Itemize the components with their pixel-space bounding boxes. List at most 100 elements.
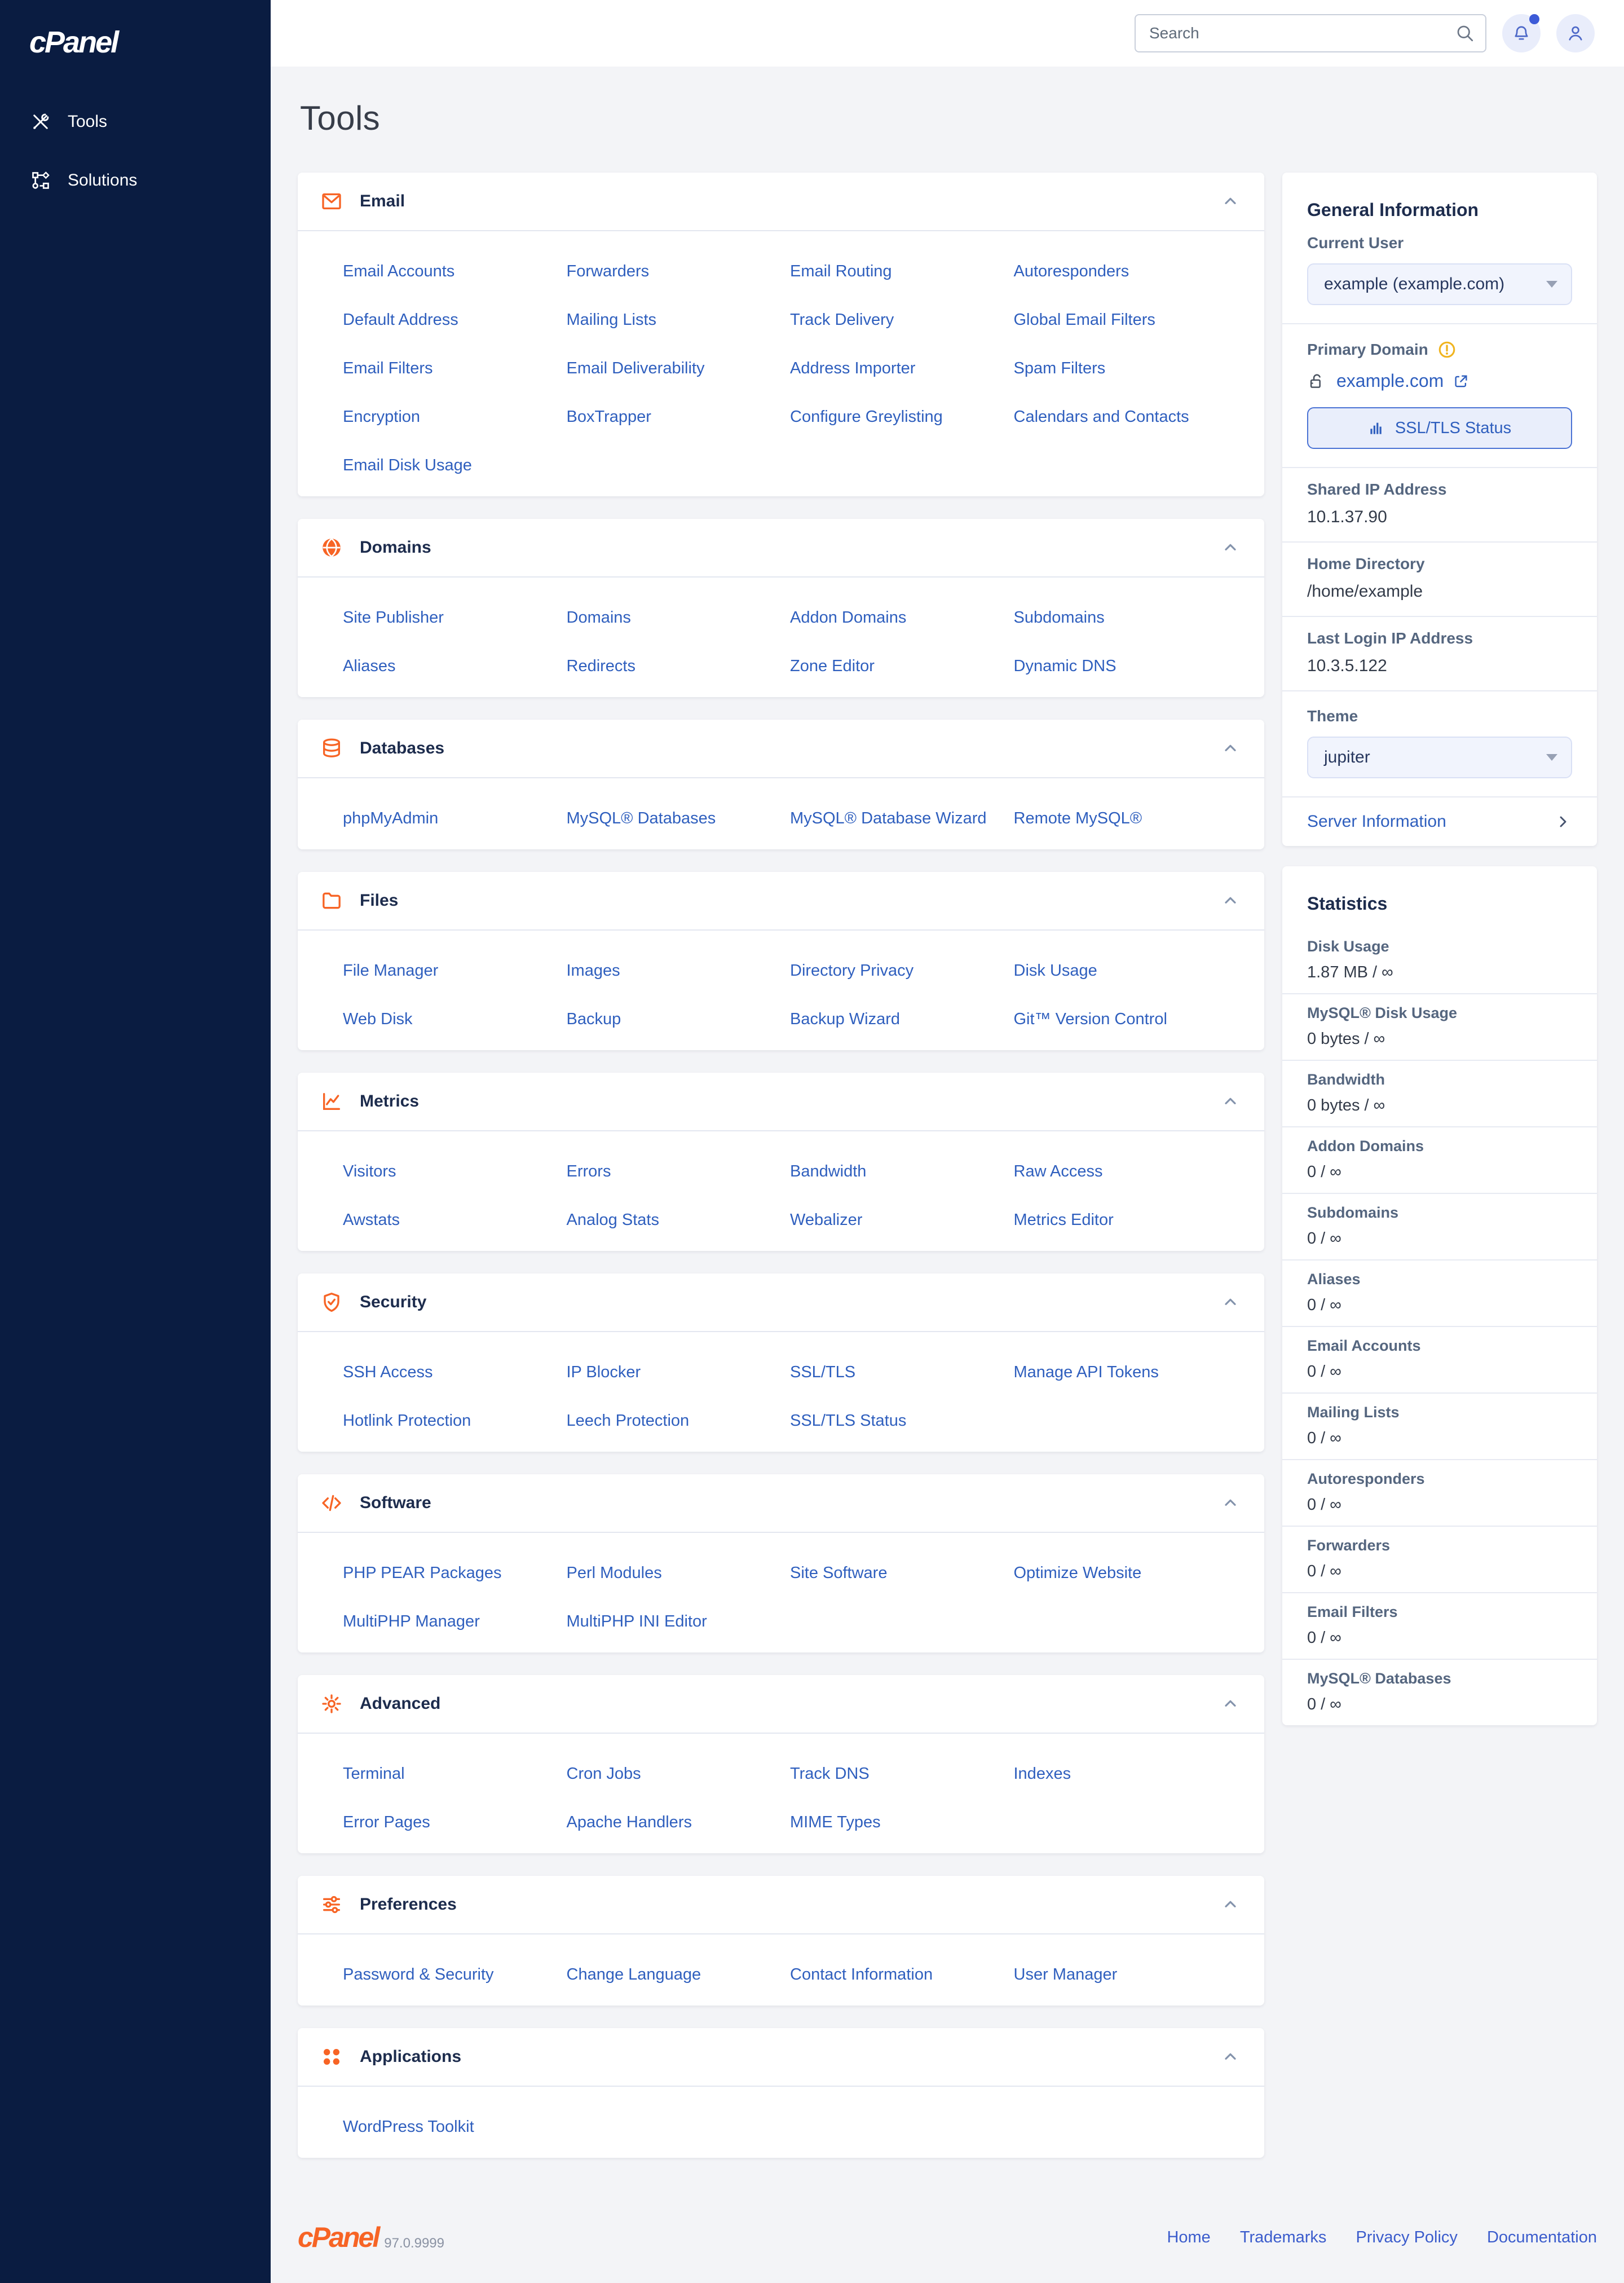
collapse-section-button[interactable] (1219, 536, 1242, 559)
tool-link[interactable]: Webalizer (790, 1211, 1014, 1229)
tool-link[interactable]: Error Pages (343, 1813, 567, 1832)
tool-link[interactable]: Subdomains (1014, 609, 1238, 627)
tool-link[interactable]: MultiPHP Manager (343, 1612, 567, 1631)
theme-select[interactable]: jupiter (1307, 737, 1572, 778)
collapse-section-button[interactable] (1219, 889, 1242, 912)
sidebar-item-tools[interactable]: Tools (0, 92, 271, 151)
tool-link[interactable]: Email Filters (343, 359, 567, 378)
tool-link[interactable]: Forwarders (567, 262, 791, 281)
tool-link[interactable]: Git™ Version Control (1014, 1010, 1238, 1029)
tool-link[interactable]: IP Blocker (567, 1363, 791, 1382)
tool-link[interactable]: Email Deliverability (567, 359, 791, 378)
tool-link[interactable]: Redirects (567, 657, 791, 676)
info-value: 10.3.5.122 (1307, 656, 1572, 676)
tool-link[interactable]: Default Address (343, 311, 567, 329)
footer-link-trademarks[interactable]: Trademarks (1240, 2228, 1327, 2247)
tool-link[interactable]: Site Software (790, 1564, 1014, 1583)
tool-link[interactable]: Remote MySQL® (1014, 809, 1238, 828)
collapse-section-button[interactable] (1219, 1291, 1242, 1314)
chevron-up-icon (1221, 1293, 1239, 1311)
tool-link[interactable]: Terminal (343, 1765, 567, 1783)
tool-link[interactable]: User Manager (1014, 1965, 1238, 1984)
tool-link[interactable]: Metrics Editor (1014, 1211, 1238, 1229)
tool-link[interactable]: Hotlink Protection (343, 1412, 567, 1430)
tool-link[interactable]: Leech Protection (567, 1412, 791, 1430)
tool-link[interactable]: Bandwidth (790, 1162, 1014, 1181)
tool-link[interactable]: Contact Information (790, 1965, 1014, 1984)
search-input[interactable] (1135, 14, 1486, 52)
collapse-section-button[interactable] (1219, 1090, 1242, 1113)
tool-link[interactable]: Dynamic DNS (1014, 657, 1238, 676)
tool-link[interactable]: Raw Access (1014, 1162, 1238, 1181)
tool-link[interactable]: WordPress Toolkit (343, 2118, 567, 2136)
tool-link[interactable]: Images (567, 962, 791, 980)
warning-icon[interactable] (1437, 340, 1457, 359)
tool-link[interactable]: SSL/TLS (790, 1363, 1014, 1382)
tool-link[interactable]: Email Accounts (343, 262, 567, 281)
tool-link[interactable]: Apache Handlers (567, 1813, 791, 1832)
tool-link[interactable]: Cron Jobs (567, 1765, 791, 1783)
primary-domain-link[interactable]: example.com (1336, 371, 1469, 391)
tool-link[interactable]: Track DNS (790, 1765, 1014, 1783)
footer-link-home[interactable]: Home (1167, 2228, 1210, 2247)
tool-link[interactable]: Disk Usage (1014, 962, 1238, 980)
collapse-section-button[interactable] (1219, 737, 1242, 760)
ssl-tls-status-button[interactable]: SSL/TLS Status (1307, 407, 1572, 449)
tool-link[interactable]: Backup Wizard (790, 1010, 1014, 1029)
current-user-select[interactable]: example (example.com) (1307, 263, 1572, 305)
tool-link[interactable]: SSL/TLS Status (790, 1412, 1014, 1430)
collapse-section-button[interactable] (1219, 1693, 1242, 1715)
tool-link[interactable]: Encryption (343, 408, 567, 426)
collapse-section-button[interactable] (1219, 1492, 1242, 1514)
tool-link[interactable]: Addon Domains (790, 609, 1014, 627)
cpanel-logo[interactable]: cPanel (0, 0, 271, 63)
tool-link[interactable]: Backup (567, 1010, 791, 1029)
tool-link[interactable]: Password & Security (343, 1965, 567, 1984)
notifications-button[interactable] (1502, 14, 1541, 52)
tool-link[interactable]: Analog Stats (567, 1211, 791, 1229)
tool-link[interactable]: MultiPHP INI Editor (567, 1612, 791, 1631)
tool-link[interactable]: Optimize Website (1014, 1564, 1238, 1583)
collapse-section-button[interactable] (1219, 2046, 1242, 2068)
tool-link[interactable]: Address Importer (790, 359, 1014, 378)
account-button[interactable] (1556, 14, 1595, 52)
tool-link[interactable]: Zone Editor (790, 657, 1014, 676)
tool-link[interactable]: Spam Filters (1014, 359, 1238, 378)
tool-link[interactable]: Email Routing (790, 262, 1014, 281)
tool-link[interactable]: phpMyAdmin (343, 809, 567, 828)
server-information-link[interactable]: Server Information (1282, 797, 1597, 846)
tool-link[interactable]: File Manager (343, 962, 567, 980)
tool-link[interactable]: Site Publisher (343, 609, 567, 627)
tool-link[interactable]: Track Delivery (790, 311, 1014, 329)
collapse-section-button[interactable] (1219, 1893, 1242, 1916)
tool-link[interactable]: MySQL® Databases (567, 809, 791, 828)
tool-link[interactable]: Visitors (343, 1162, 567, 1181)
tool-link[interactable]: MIME Types (790, 1813, 1014, 1832)
tool-link[interactable]: Change Language (567, 1965, 791, 1984)
info-label: Home Directory (1307, 555, 1572, 573)
tool-link[interactable]: BoxTrapper (567, 408, 791, 426)
tool-link[interactable]: Email Disk Usage (343, 456, 567, 475)
tool-link[interactable]: Domains (567, 609, 791, 627)
tool-link[interactable]: Configure Greylisting (790, 408, 1014, 426)
footer-link-privacy-policy[interactable]: Privacy Policy (1356, 2228, 1458, 2247)
collapse-section-button[interactable] (1219, 190, 1242, 213)
tool-link[interactable]: Aliases (343, 657, 567, 676)
tool-link[interactable]: Manage API Tokens (1014, 1363, 1238, 1382)
tool-link[interactable]: Calendars and Contacts (1014, 408, 1238, 426)
tool-link[interactable]: Indexes (1014, 1765, 1238, 1783)
tool-link[interactable]: MySQL® Database Wizard (790, 809, 1014, 828)
footer-link-documentation[interactable]: Documentation (1487, 2228, 1597, 2247)
tool-link[interactable]: Autoresponders (1014, 262, 1238, 281)
section-links-email: Email AccountsForwardersEmail RoutingAut… (298, 231, 1264, 496)
tool-link[interactable]: Errors (567, 1162, 791, 1181)
tool-link[interactable]: Perl Modules (567, 1564, 791, 1583)
tool-link[interactable]: PHP PEAR Packages (343, 1564, 567, 1583)
tool-link[interactable]: Awstats (343, 1211, 567, 1229)
tool-link[interactable]: Mailing Lists (567, 311, 791, 329)
tool-link[interactable]: SSH Access (343, 1363, 567, 1382)
tool-link[interactable]: Directory Privacy (790, 962, 1014, 980)
sidebar-item-solutions[interactable]: Solutions (0, 151, 271, 210)
tool-link[interactable]: Global Email Filters (1014, 311, 1238, 329)
tool-link[interactable]: Web Disk (343, 1010, 567, 1029)
